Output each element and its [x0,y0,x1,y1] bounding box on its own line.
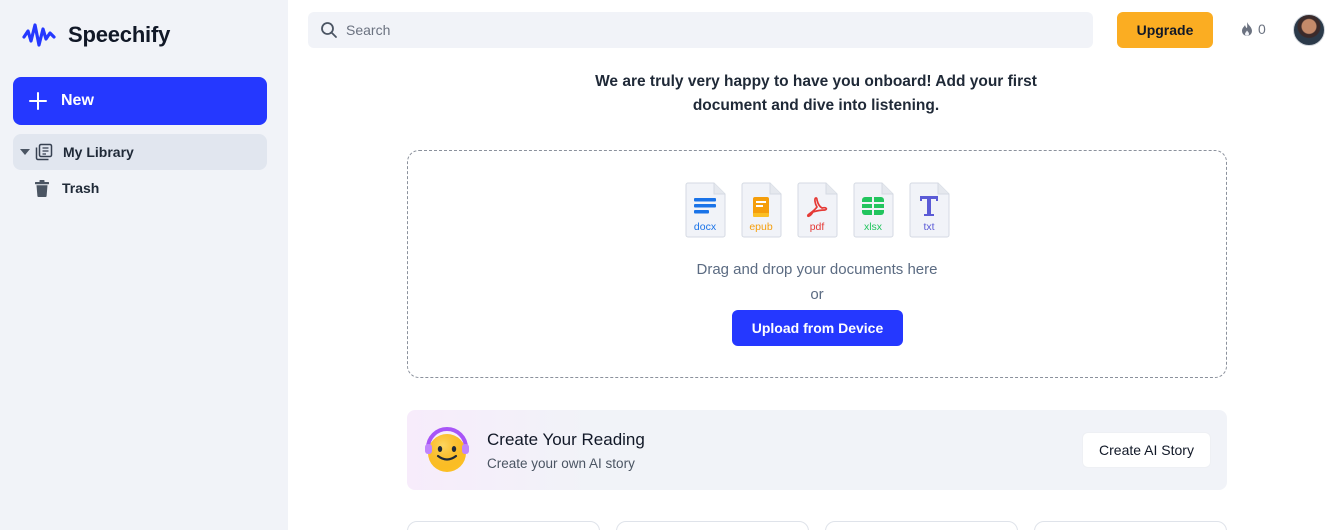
app-root: Speechify New My Library Trash Search Up… [0,0,1332,530]
create-reading-card: Create Your Reading Create your own AI s… [407,410,1227,490]
trash-icon [35,179,49,197]
docx-icon: docx [684,182,726,238]
brand-name: Speechify [68,22,171,47]
or-text: or [810,286,824,303]
plus-icon [29,92,47,110]
epub-icon: epub [740,182,782,238]
upload-dropzone[interactable]: docx epub pdf xlsx txt Drag and drop you… [407,150,1227,378]
welcome-line-2: document and dive into listening. [692,97,940,114]
new-button-label: New [61,92,94,109]
upgrade-button[interactable]: Upgrade [1117,12,1213,48]
new-button[interactable]: New [13,77,267,125]
pdf-icon: pdf [796,182,838,238]
avatar[interactable] [1293,14,1325,46]
bottom-card-4[interactable] [1034,521,1227,530]
sidebar-item-trash[interactable]: Trash [13,170,267,206]
drag-drop-text: Drag and drop your documents here [696,261,938,278]
bottom-card-3[interactable] [825,521,1018,530]
bottom-card-2[interactable] [616,521,809,530]
search-input[interactable] [346,22,1046,38]
caret-down-icon[interactable] [20,149,30,155]
txt-icon: txt [908,182,950,238]
sidebar-item-my-library[interactable]: My Library [13,134,267,170]
sidebar-item-label: My Library [63,144,134,160]
sidebar: Speechify New My Library Trash [0,0,288,530]
create-reading-subtitle: Create your own AI story [487,456,635,471]
welcome-line-1: We are truly very happy to have you onbo… [595,73,1037,90]
smiley-headphones-icon [425,427,469,472]
welcome-message: We are truly very happy to have you onbo… [540,70,1092,118]
upload-from-device-button[interactable]: Upload from Device [732,310,903,346]
bottom-card-1[interactable] [407,521,600,530]
create-reading-title: Create Your Reading [487,430,645,449]
streak-counter[interactable]: 0 [1240,21,1266,37]
search-icon [321,22,337,38]
flame-icon [1242,22,1252,36]
sidebar-item-label: Trash [62,180,100,196]
streak-count: 0 [1258,21,1266,37]
brand-logo[interactable]: Speechify [22,21,170,49]
create-ai-story-button[interactable]: Create AI Story [1082,432,1211,468]
file-type-icons: docx epub pdf xlsx txt [684,182,950,238]
library-icon [35,143,53,161]
speechify-logo-icon [22,23,56,47]
search-bar[interactable] [308,12,1093,48]
xlsx-icon: xlsx [852,182,894,238]
